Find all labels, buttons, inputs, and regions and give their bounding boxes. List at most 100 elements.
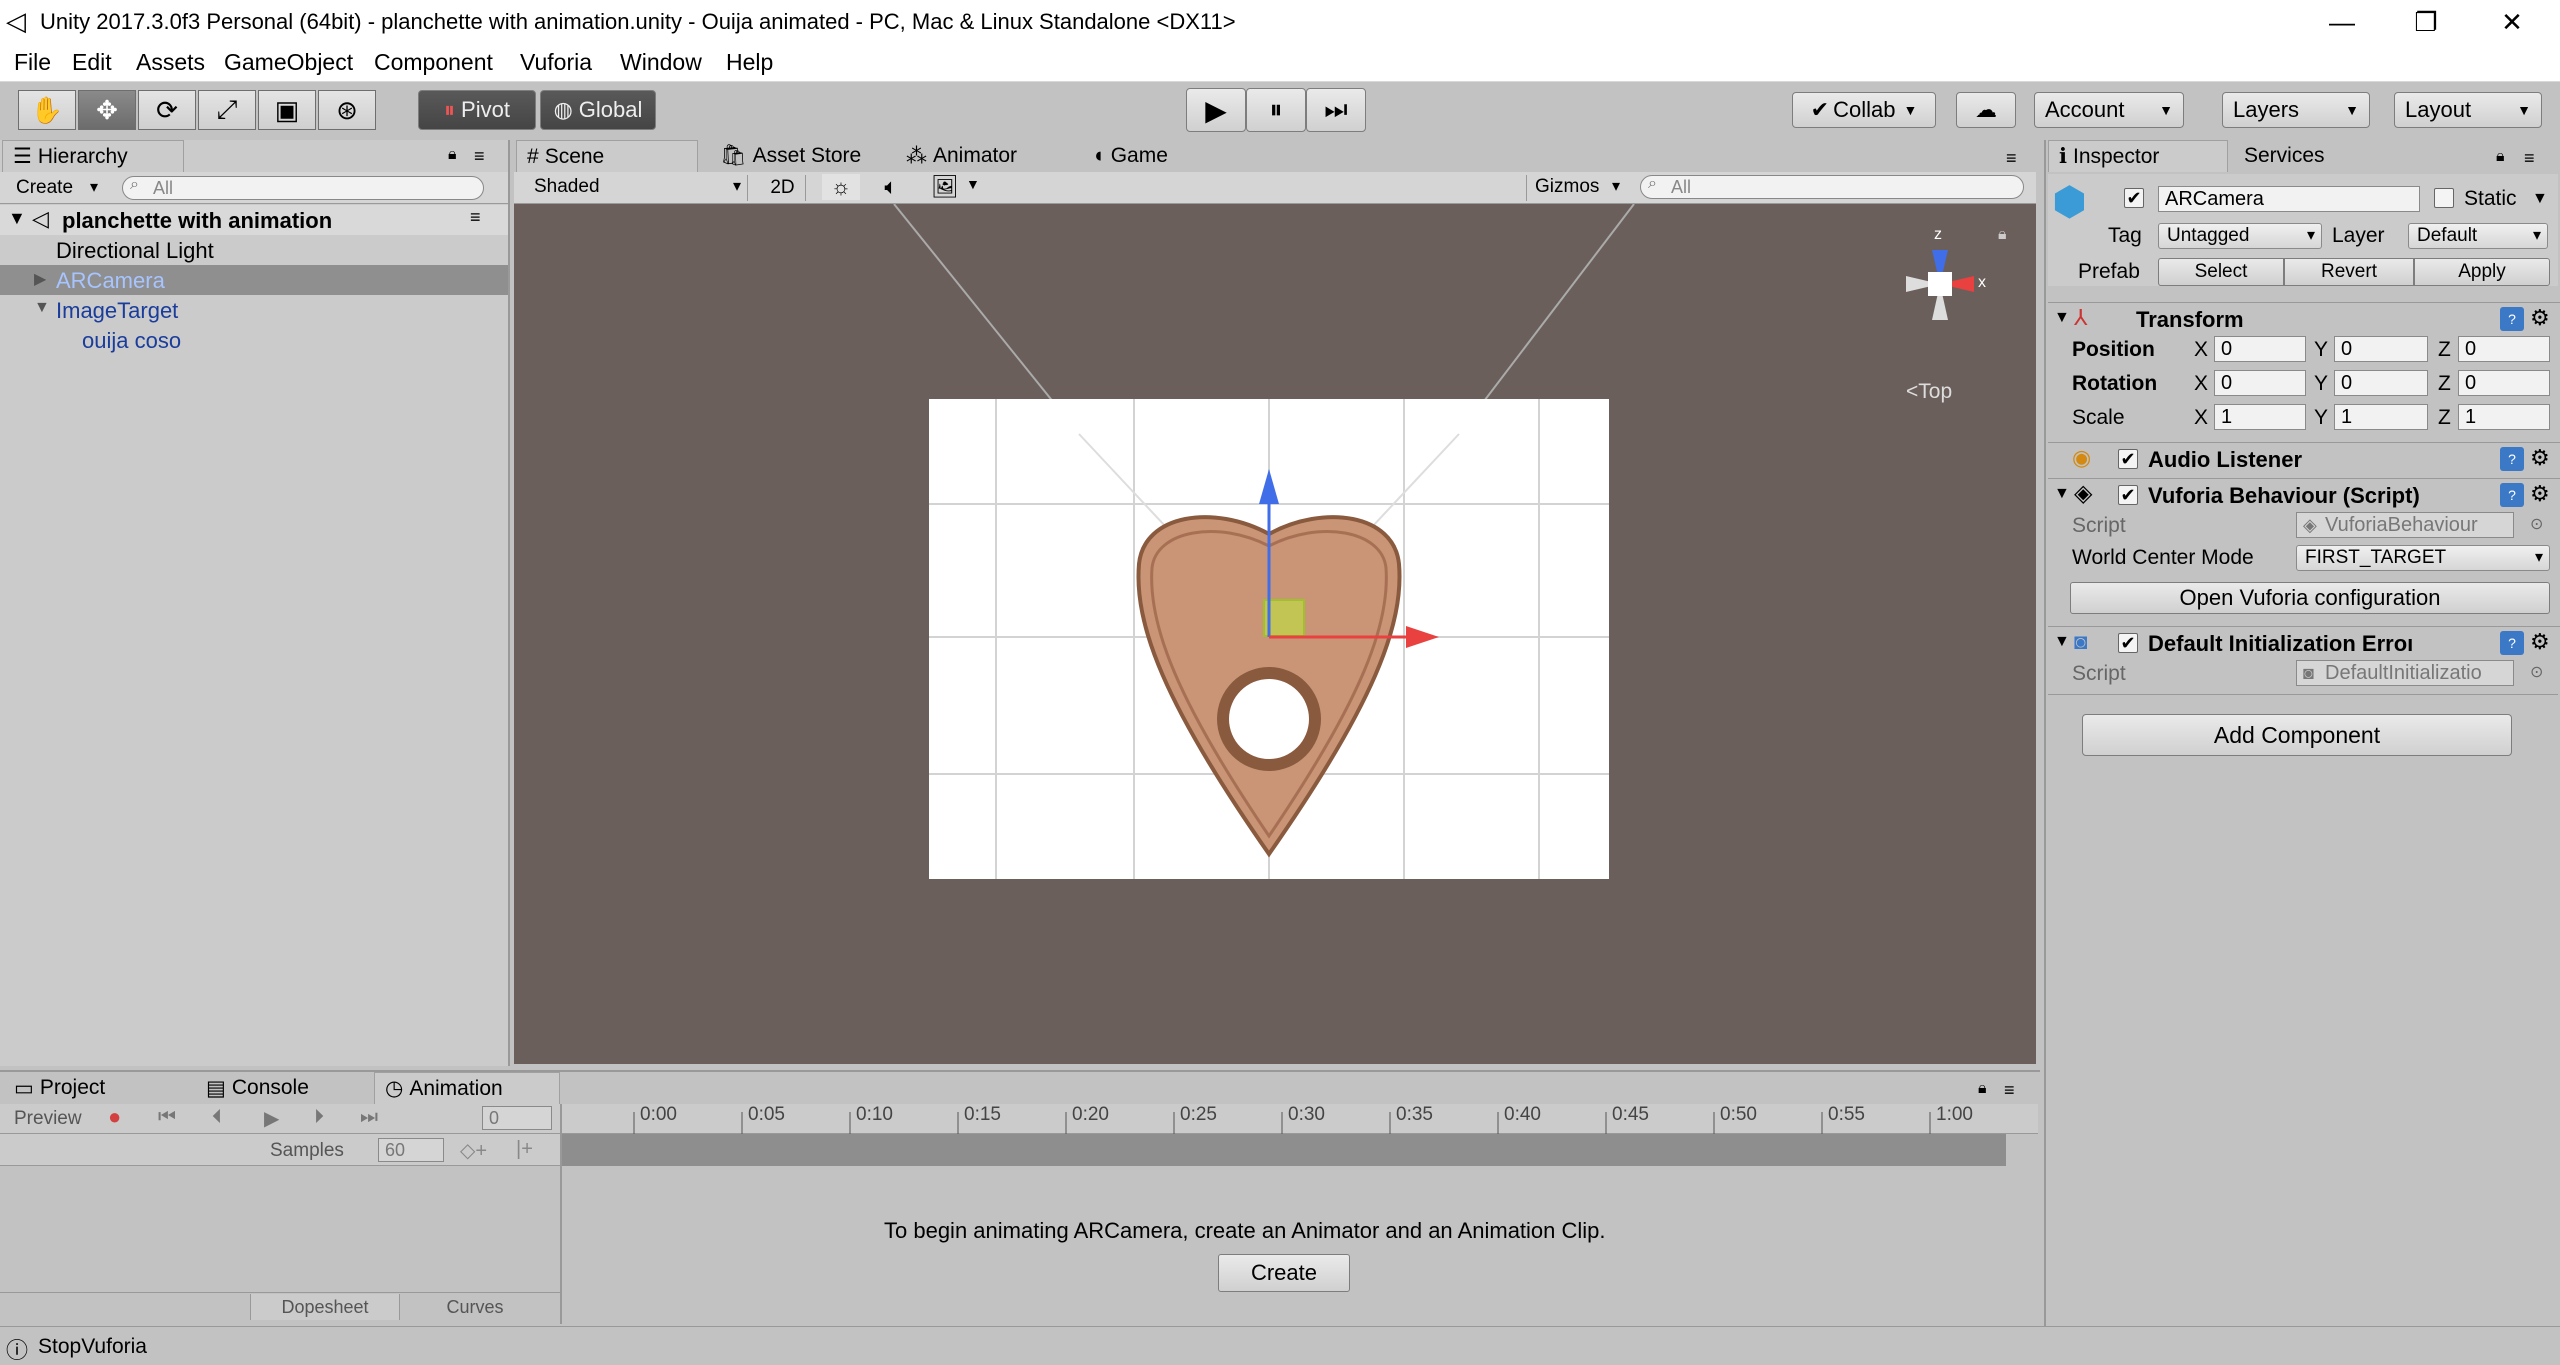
lighting-icon[interactable]: ☼ <box>822 174 860 200</box>
effects-icon[interactable]: 🖼︎ <box>926 174 964 200</box>
object-picker-icon[interactable]: ⊙ <box>2530 514 2543 534</box>
account-dropdown[interactable]: Account ▼ <box>2034 92 2184 128</box>
expand-arrow-icon[interactable]: ▼ <box>8 208 26 229</box>
scene-menu-icon[interactable]: ≡ <box>470 207 481 228</box>
tab-project[interactable]: ▭ Project <box>4 1072 194 1104</box>
gizmos-dropdown[interactable]: Gizmos <box>1526 175 1626 201</box>
panel-menu-icon[interactable]: ≡ <box>2004 1080 2015 1101</box>
rect-tool-icon[interactable]: ▣ <box>258 90 316 130</box>
foldout-arrow-icon[interactable]: ▼ <box>2054 633 2070 651</box>
help-icon[interactable]: ? <box>2500 447 2524 471</box>
last-key-icon[interactable]: ⏭ <box>360 1106 378 1129</box>
menu-gameobject[interactable]: GameObject <box>224 49 353 76</box>
curves-tab[interactable]: Curves <box>400 1294 550 1320</box>
samples-input[interactable]: 60 <box>378 1138 444 1162</box>
default-init-checkbox[interactable]: ✔ <box>2118 633 2138 653</box>
tab-animator[interactable]: ⁂ Animator <box>896 140 1076 172</box>
preview-toggle[interactable]: Preview <box>14 1108 82 1130</box>
global-button[interactable]: ◍ Global <box>540 90 656 130</box>
prev-key-icon[interactable]: ⏴ <box>212 1106 222 1129</box>
scale-tool-icon[interactable]: ⤢ <box>198 90 256 130</box>
first-key-icon[interactable]: ⏮ <box>158 1106 176 1129</box>
menu-window[interactable]: Window <box>620 49 702 76</box>
menu-edit[interactable]: Edit <box>72 49 112 76</box>
tab-scene[interactable]: # Scene <box>516 140 698 172</box>
menu-vuforia[interactable]: Vuforia <box>520 49 592 76</box>
scale-y-input[interactable]: 1 <box>2334 404 2428 430</box>
position-z-input[interactable]: 0 <box>2458 336 2550 362</box>
open-vuforia-config-button[interactable]: Open Vuforia configuration <box>2070 582 2550 614</box>
menu-assets[interactable]: Assets <box>136 49 205 76</box>
play-anim-icon[interactable]: ▶ <box>264 1106 279 1131</box>
panel-menu-icon[interactable]: ≡ <box>2006 148 2017 169</box>
collab-button[interactable]: ✔ Collab ▼ <box>1792 92 1936 128</box>
play-button[interactable]: ▶ <box>1186 88 1246 132</box>
foldout-arrow-icon[interactable]: ▼ <box>2054 485 2070 503</box>
rotation-z-input[interactable]: 0 <box>2458 370 2550 396</box>
rotation-y-input[interactable]: 0 <box>2334 370 2428 396</box>
record-icon[interactable]: ● <box>108 1104 121 1130</box>
tab-hierarchy[interactable]: ☰ Hierarchy <box>2 140 184 172</box>
scale-z-input[interactable]: 1 <box>2458 404 2550 430</box>
close-button[interactable]: ✕ <box>2470 0 2554 44</box>
gizmo-lock-icon[interactable]: 🔒︎ <box>1998 226 2007 244</box>
pause-button[interactable]: ⏸ <box>1246 88 1306 132</box>
static-checkbox[interactable] <box>2434 188 2454 208</box>
panel-menu-icon[interactable]: ≡ <box>474 146 485 167</box>
help-icon[interactable]: ? <box>2500 483 2524 507</box>
menu-help[interactable]: Help <box>726 49 773 76</box>
help-icon[interactable]: ? <box>2500 307 2524 331</box>
layer-dropdown[interactable]: Default <box>2408 223 2548 249</box>
rotation-x-input[interactable]: 0 <box>2214 370 2306 396</box>
menu-file[interactable]: File <box>14 49 51 76</box>
position-y-input[interactable]: 0 <box>2334 336 2428 362</box>
effects-dropdown-icon[interactable]: ▼ <box>966 176 980 192</box>
tag-dropdown[interactable]: Untagged <box>2158 223 2322 249</box>
foldout-arrow-icon[interactable]: ▼ <box>2054 309 2070 327</box>
world-center-mode-dropdown[interactable]: FIRST_TARGET <box>2296 545 2550 571</box>
rotate-tool-icon[interactable]: ⟳ <box>138 90 196 130</box>
tab-asset-store[interactable]: 🛍︎ Asset Store <box>710 140 900 172</box>
scene-search-input[interactable]: All <box>1640 175 2024 199</box>
audio-listener-checkbox[interactable]: ✔ <box>2118 449 2138 469</box>
add-event-icon[interactable]: |+ <box>516 1138 533 1161</box>
minimize-button[interactable]: — <box>2300 0 2384 44</box>
menu-component[interactable]: Component <box>374 49 493 76</box>
scene-row[interactable]: ▼ ◁ planchette with animation ≡ <box>0 205 508 235</box>
lock-icon[interactable]: 🔒︎ <box>1978 1080 1987 1098</box>
tab-game[interactable]: ◖ Game <box>1082 140 1242 172</box>
hierarchy-item-ouija-coso[interactable]: ouija coso <box>0 325 508 355</box>
gear-icon[interactable]: ⚙ <box>2530 305 2550 331</box>
gear-icon[interactable]: ⚙ <box>2530 445 2550 471</box>
transform-tool-icon[interactable]: ⊛ <box>318 90 376 130</box>
move-tool-icon[interactable]: ✥ <box>78 90 136 130</box>
status-text[interactable]: StopVuforia <box>38 1335 147 1359</box>
2d-toggle[interactable]: 2D <box>760 175 806 201</box>
hierarchy-item-directional-light[interactable]: Directional Light <box>0 235 508 265</box>
active-checkbox[interactable]: ✔ <box>2124 188 2144 208</box>
gameobject-name-input[interactable]: ARCamera <box>2158 186 2420 212</box>
lock-icon[interactable]: 🔒︎ <box>2496 148 2505 166</box>
expand-arrow-icon[interactable]: ▼ <box>34 299 50 317</box>
help-icon[interactable]: ? <box>2500 631 2524 655</box>
timeline-ruler[interactable]: 0:00 0:05 0:10 0:15 0:20 0:25 0:30 0:35 … <box>562 1104 2038 1134</box>
dopesheet-tab[interactable]: Dopesheet <box>250 1294 400 1320</box>
prefab-select-button[interactable]: Select <box>2158 258 2284 286</box>
panel-menu-icon[interactable]: ≡ <box>2524 148 2535 169</box>
hand-tool-icon[interactable]: ✋ <box>18 90 76 130</box>
layout-dropdown[interactable]: Layout ▼ <box>2394 92 2542 128</box>
view-gizmo[interactable]: z x <box>1880 224 2000 354</box>
add-keyframe-icon[interactable]: ◇+ <box>460 1138 487 1163</box>
frame-input[interactable]: 0 <box>482 1106 552 1130</box>
static-dropdown-icon[interactable]: ▼ <box>2532 190 2548 208</box>
prefab-revert-button[interactable]: Revert <box>2284 258 2414 286</box>
lock-icon[interactable]: 🔒︎ <box>448 146 457 164</box>
maximize-button[interactable]: ❐ <box>2384 0 2468 44</box>
gear-icon[interactable]: ⚙ <box>2530 629 2550 655</box>
position-x-input[interactable]: 0 <box>2214 336 2306 362</box>
hierarchy-search-input[interactable]: All <box>122 176 484 200</box>
layers-dropdown[interactable]: Layers ▼ <box>2222 92 2370 128</box>
scene-viewport[interactable] <box>514 204 2036 1064</box>
vuforia-checkbox[interactable]: ✔ <box>2118 485 2138 505</box>
prefab-apply-button[interactable]: Apply <box>2414 258 2550 286</box>
